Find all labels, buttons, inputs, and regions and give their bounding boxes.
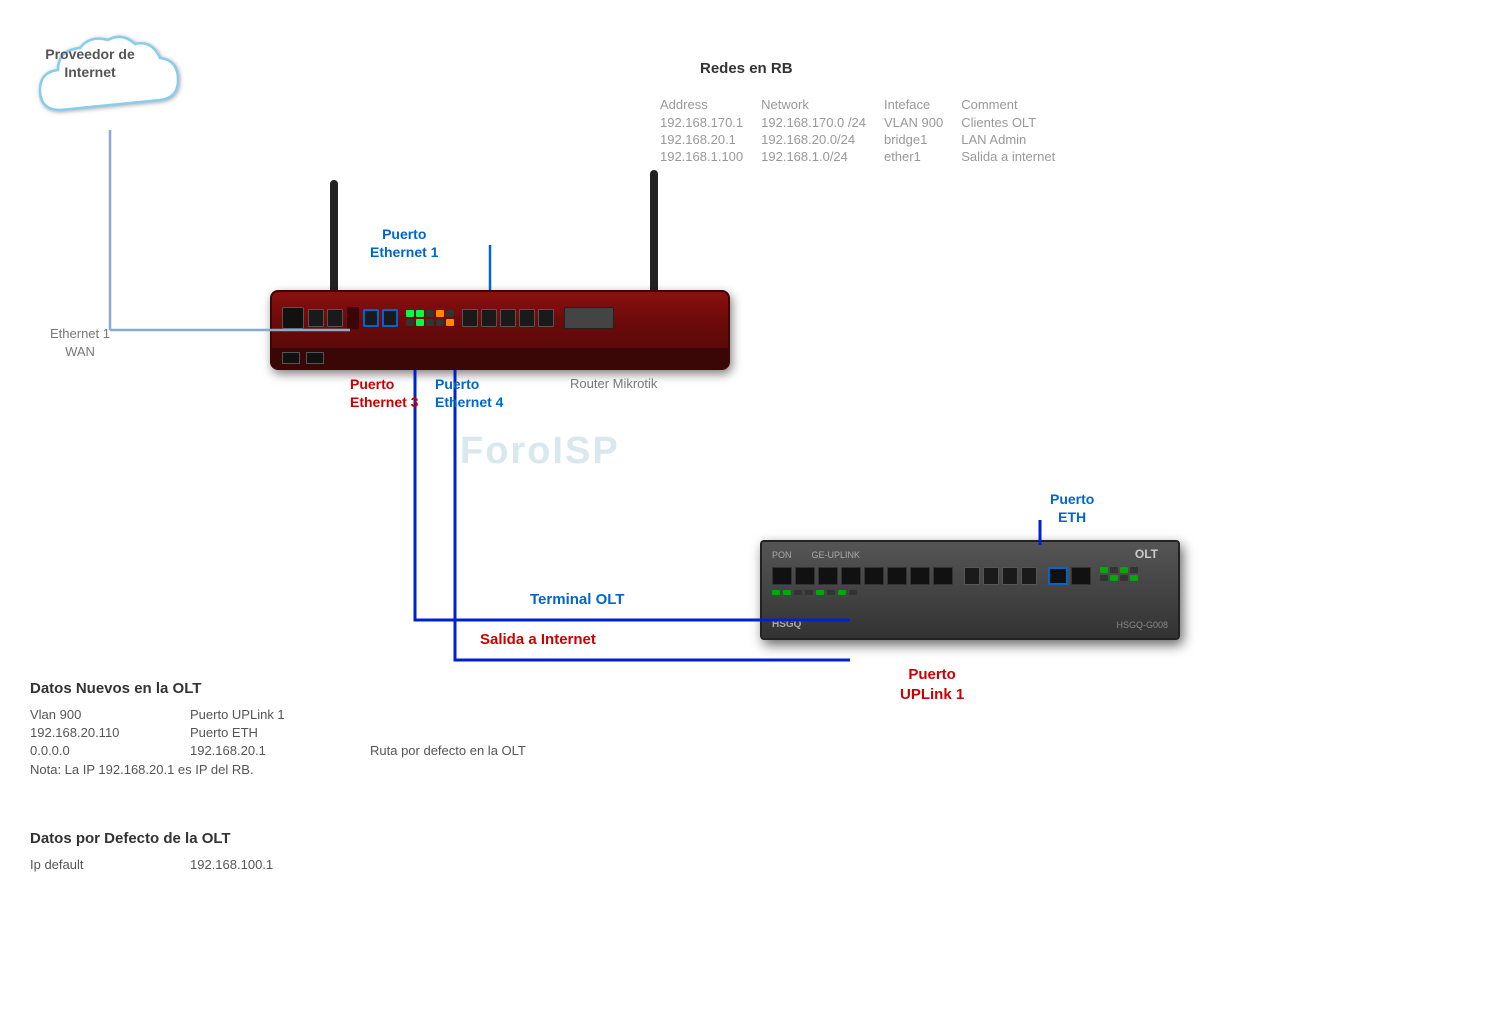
olt-hsgq-label: HSGQ: [772, 619, 801, 630]
datos-cell: 192.168.20.110: [30, 725, 160, 740]
led6: [406, 319, 414, 326]
datos-cell: Vlan 900: [30, 707, 160, 722]
olt-leds: [772, 590, 857, 595]
router-eth-group2: [363, 309, 398, 327]
router-mikrotik: [270, 290, 730, 370]
table-cell: 192.168.20.0/24: [761, 131, 884, 148]
antenna-left: [330, 180, 338, 300]
label-puerto-eth4: Puerto Ethernet 4: [435, 375, 503, 411]
router-bottom-strip: [272, 348, 728, 368]
datos-defecto-section: Datos por Defecto de la OLT Ip default 19…: [30, 830, 303, 875]
table-cell: Salida a internet: [961, 148, 1073, 165]
datos-cell: Puerto ETH: [190, 725, 340, 740]
label-puerto-eth: PuertoETH: [1050, 490, 1094, 526]
led1: [406, 310, 414, 317]
olt-model: HSGQ-G008: [1116, 620, 1168, 630]
bottom-port1: [282, 352, 300, 364]
table-cell: 192.168.20.1: [660, 131, 761, 148]
port-eth4: [382, 309, 398, 327]
datos-nuevos-section: Datos Nuevos en la OLT Vlan 900 Puerto UP…: [30, 680, 526, 777]
datos-nuevos-nota: Nota: La IP 192.168.20.1 es IP del RB.: [30, 762, 526, 777]
datos-cell: Puerto UPLink 1: [190, 707, 340, 722]
router-separator1: [347, 307, 359, 329]
table-cell: LAN Admin: [961, 131, 1073, 148]
datos-cell: Ip default: [30, 857, 160, 872]
port-eth6: [481, 309, 497, 327]
led5: [446, 310, 454, 317]
col-comment: Comment: [961, 95, 1073, 114]
led9: [436, 319, 444, 326]
datos-row: Vlan 900 Puerto UPLink 1: [30, 707, 526, 722]
table-cell: Clientes OLT: [961, 114, 1073, 131]
label-puerto-eth1: Puerto Ethernet 1: [370, 225, 438, 261]
port-eth3: [363, 309, 379, 327]
port-eth7: [500, 309, 516, 327]
antenna-right: [650, 170, 658, 300]
router-eth-group3: [462, 309, 554, 327]
label-puerto-eth3: Puerto Ethernet 3: [350, 375, 418, 411]
led4: [436, 310, 444, 317]
router-eth-group1: [308, 309, 343, 327]
label-puerto-uplink1: Puerto UPLink 1: [900, 665, 964, 704]
port-eth8: [519, 309, 535, 327]
olt-labels: PONGE-UPLINK: [772, 550, 860, 560]
table-cell: 192.168.170.1: [660, 114, 761, 131]
bottom-port2: [306, 352, 324, 364]
olt-pon-ports: [772, 567, 1091, 585]
label-eth1-wan: Ethernet 1WAN: [50, 325, 110, 361]
olt-brand: OLT: [1135, 547, 1158, 561]
led10: [446, 319, 454, 326]
led3: [426, 310, 434, 317]
led-matrix: [406, 310, 454, 326]
datos-row: 192.168.20.110 Puerto ETH: [30, 725, 526, 740]
router-display: [564, 307, 614, 329]
port-eth5: [462, 309, 478, 327]
port-eth1: [308, 309, 324, 327]
olt-right-leds: [1100, 567, 1138, 581]
datos-row: 0.0.0.0 192.168.20.1 Ruta por defecto en l…: [30, 743, 526, 758]
port-eth2: [327, 309, 343, 327]
table-cell: bridge1: [884, 131, 961, 148]
led8: [426, 319, 434, 326]
router-sfp-port: [282, 307, 304, 329]
datos-cell: 0.0.0.0: [30, 743, 160, 758]
label-salida-internet: Salida a Internet: [480, 630, 596, 650]
table-cell: VLAN 900: [884, 114, 961, 131]
datos-cell: 192.168.20.1: [190, 743, 340, 758]
watermark: ForoISP: [460, 430, 620, 473]
datos-cell: 192.168.100.1: [190, 857, 273, 872]
olt-device: OLT PONGE-UPLINK HSGQ HSGQ-G008: [760, 540, 1180, 640]
redes-title: Redes en RB: [700, 60, 793, 77]
table-cell: 192.168.1.0/24: [761, 148, 884, 165]
cloud-label: Proveedor de Internet: [35, 45, 145, 81]
olt-eth-port: [1048, 567, 1068, 585]
led7: [416, 319, 424, 326]
col-interface: Inteface: [884, 95, 961, 114]
table-cell: ether1: [884, 148, 961, 165]
table-cell: 192.168.1.100: [660, 148, 761, 165]
redes-table: Address Network Inteface Comment 192.168…: [660, 95, 1073, 165]
label-terminal-olt: Terminal OLT: [530, 590, 624, 610]
led2: [416, 310, 424, 317]
col-network: Network: [761, 95, 884, 114]
port-eth9: [538, 309, 554, 327]
datos-defecto-title: Datos por Defecto de la OLT: [30, 830, 303, 847]
datos-row: Ip default 192.168.100.1: [30, 857, 303, 872]
col-address: Address: [660, 95, 761, 114]
datos-nuevos-title: Datos Nuevos en la OLT: [30, 680, 526, 697]
datos-cell: Ruta por defecto en la OLT: [370, 743, 526, 758]
olt-uplink1-port: [1071, 567, 1091, 585]
router-label: Router Mikrotik: [570, 375, 657, 393]
table-cell: 192.168.170.0 /24: [761, 114, 884, 131]
